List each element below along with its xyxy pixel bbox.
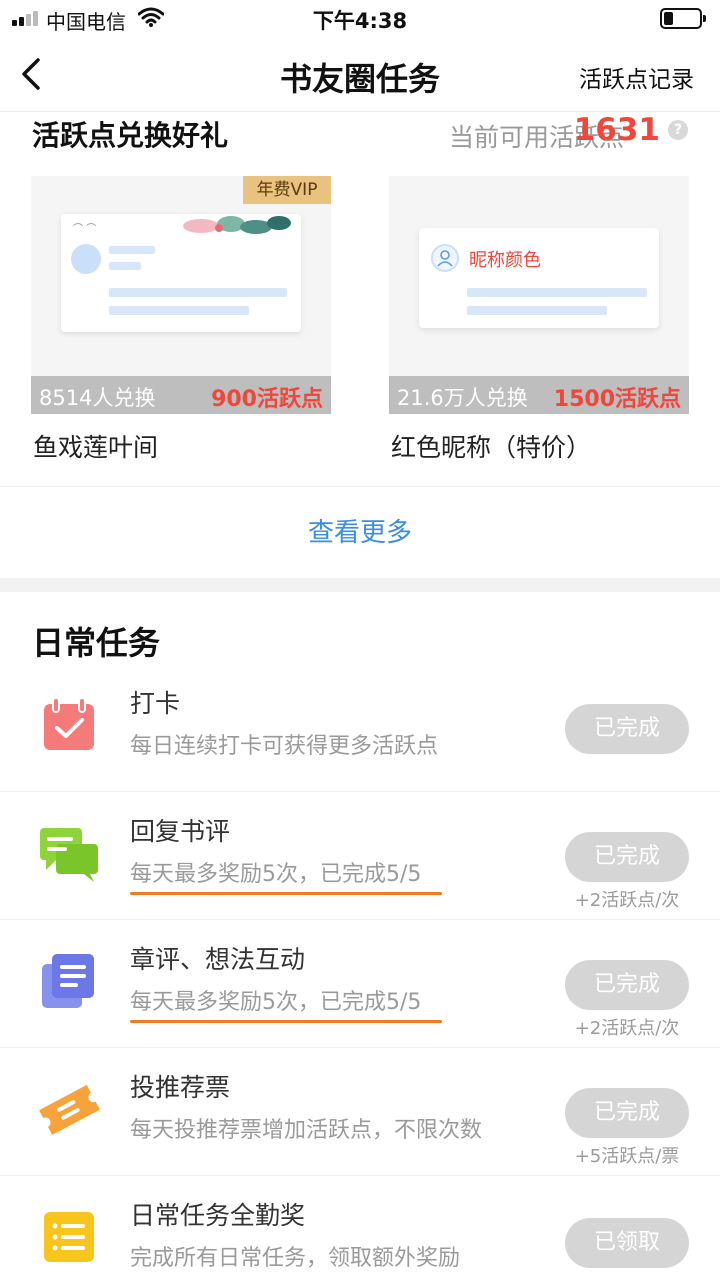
task-name: 章评、想法互动	[130, 945, 306, 974]
ticket-icon	[39, 1084, 100, 1135]
calendar-check-icon	[44, 697, 94, 750]
task-reward: +5活跃点/票	[574, 1146, 680, 1167]
user-icon	[431, 244, 459, 272]
progress-underline	[130, 1020, 442, 1023]
task-description: 每天最多奖励5次，已完成5/5	[130, 862, 422, 887]
gift-meta-bar: 8514人兑换 900活跃点	[31, 376, 331, 414]
battery-icon	[660, 8, 706, 29]
task-name: 打卡	[130, 689, 181, 718]
task-item-chapter-comment: 章评、想法互动 每天最多奖励5次，已完成5/5 已完成 +2活跃点/次	[0, 920, 720, 1048]
gift-card-vip-theme[interactable]: ⌒ ⌒ 年费VIP 8514人兑换 900活跃点 鱼戏莲叶间	[31, 176, 331, 476]
exchange-count: 8514人兑换	[39, 386, 156, 410]
task-description: 每日连续打卡可获得更多活跃点	[130, 734, 439, 759]
task-reward: +2活跃点/次	[574, 890, 680, 911]
document-stack-icon	[42, 954, 94, 1008]
list-icon	[44, 1212, 94, 1262]
gift-meta-bar: 21.6万人兑换 1500活跃点	[389, 376, 689, 414]
task-status-button[interactable]: 已完成	[565, 1088, 689, 1138]
task-item-checkin: 打卡 每日连续打卡可获得更多活跃点 已完成	[0, 664, 720, 792]
preview-mock-card: ⌒ ⌒	[61, 214, 301, 332]
gift-section-title: 活跃点兑换好礼	[32, 119, 229, 152]
task-status-button[interactable]: 已完成	[565, 960, 689, 1010]
bird-icon: ⌒ ⌒	[73, 224, 97, 235]
gift-cost: 1500活跃点	[553, 387, 681, 412]
help-icon[interactable]: ?	[668, 120, 688, 140]
exchange-count: 21.6万人兑换	[397, 386, 528, 410]
nav-bar: 书友圈任务 活跃点记录	[0, 40, 720, 112]
task-description: 完成所有日常任务，领取额外奖励	[130, 1246, 461, 1271]
chat-bubbles-icon	[40, 828, 98, 882]
task-item-full-attendance: 日常任务全勤奖 完成所有日常任务，领取额外奖励 已领取	[0, 1176, 720, 1280]
task-description: 每天投推荐票增加活跃点，不限次数	[130, 1118, 483, 1143]
task-name: 回复书评	[130, 817, 231, 846]
task-item-recommend-ticket: 投推荐票 每天投推荐票增加活跃点，不限次数 已完成 +5活跃点/票	[0, 1048, 720, 1176]
daily-tasks-title: 日常任务	[32, 624, 161, 662]
avatar-placeholder	[71, 244, 101, 274]
progress-underline	[130, 892, 442, 895]
activity-record-link[interactable]: 活跃点记录	[579, 60, 694, 94]
lotus-decoration-icon	[183, 216, 291, 234]
gift-name: 红色昵称（特价）	[391, 433, 592, 462]
task-name: 日常任务全勤奖	[130, 1201, 306, 1230]
points-value: 1631	[573, 112, 660, 148]
preview-mock-card: 昵称颜色	[419, 228, 659, 328]
gift-cost: 900活跃点	[211, 387, 323, 412]
gift-name: 鱼戏莲叶间	[33, 433, 159, 462]
section-divider	[0, 578, 720, 592]
task-item-reply-review: 回复书评 每天最多奖励5次，已完成5/5 已完成 +2活跃点/次	[0, 792, 720, 920]
clock: 下午4:38	[312, 9, 408, 33]
task-status-button[interactable]: 已完成	[565, 704, 689, 754]
task-description: 每天最多奖励5次，已完成5/5	[130, 990, 422, 1015]
vip-badge: 年费VIP	[243, 176, 331, 204]
nickname-color-preview: 昵称颜色	[469, 250, 541, 271]
gift-section-header: 活跃点兑换好礼 当前可用活跃点 1631 ?	[0, 112, 720, 162]
gift-card-red-nickname[interactable]: 昵称颜色 21.6万人兑换 1500活跃点 红色昵称（特价）	[389, 176, 689, 476]
status-bar: 中国电信 下午4:38	[0, 0, 720, 40]
view-more-link[interactable]: 查看更多	[0, 486, 720, 578]
task-status-button[interactable]: 已领取	[565, 1218, 689, 1268]
task-name: 投推荐票	[130, 1073, 231, 1102]
task-status-button[interactable]: 已完成	[565, 832, 689, 882]
task-reward: +2活跃点/次	[574, 1018, 680, 1039]
